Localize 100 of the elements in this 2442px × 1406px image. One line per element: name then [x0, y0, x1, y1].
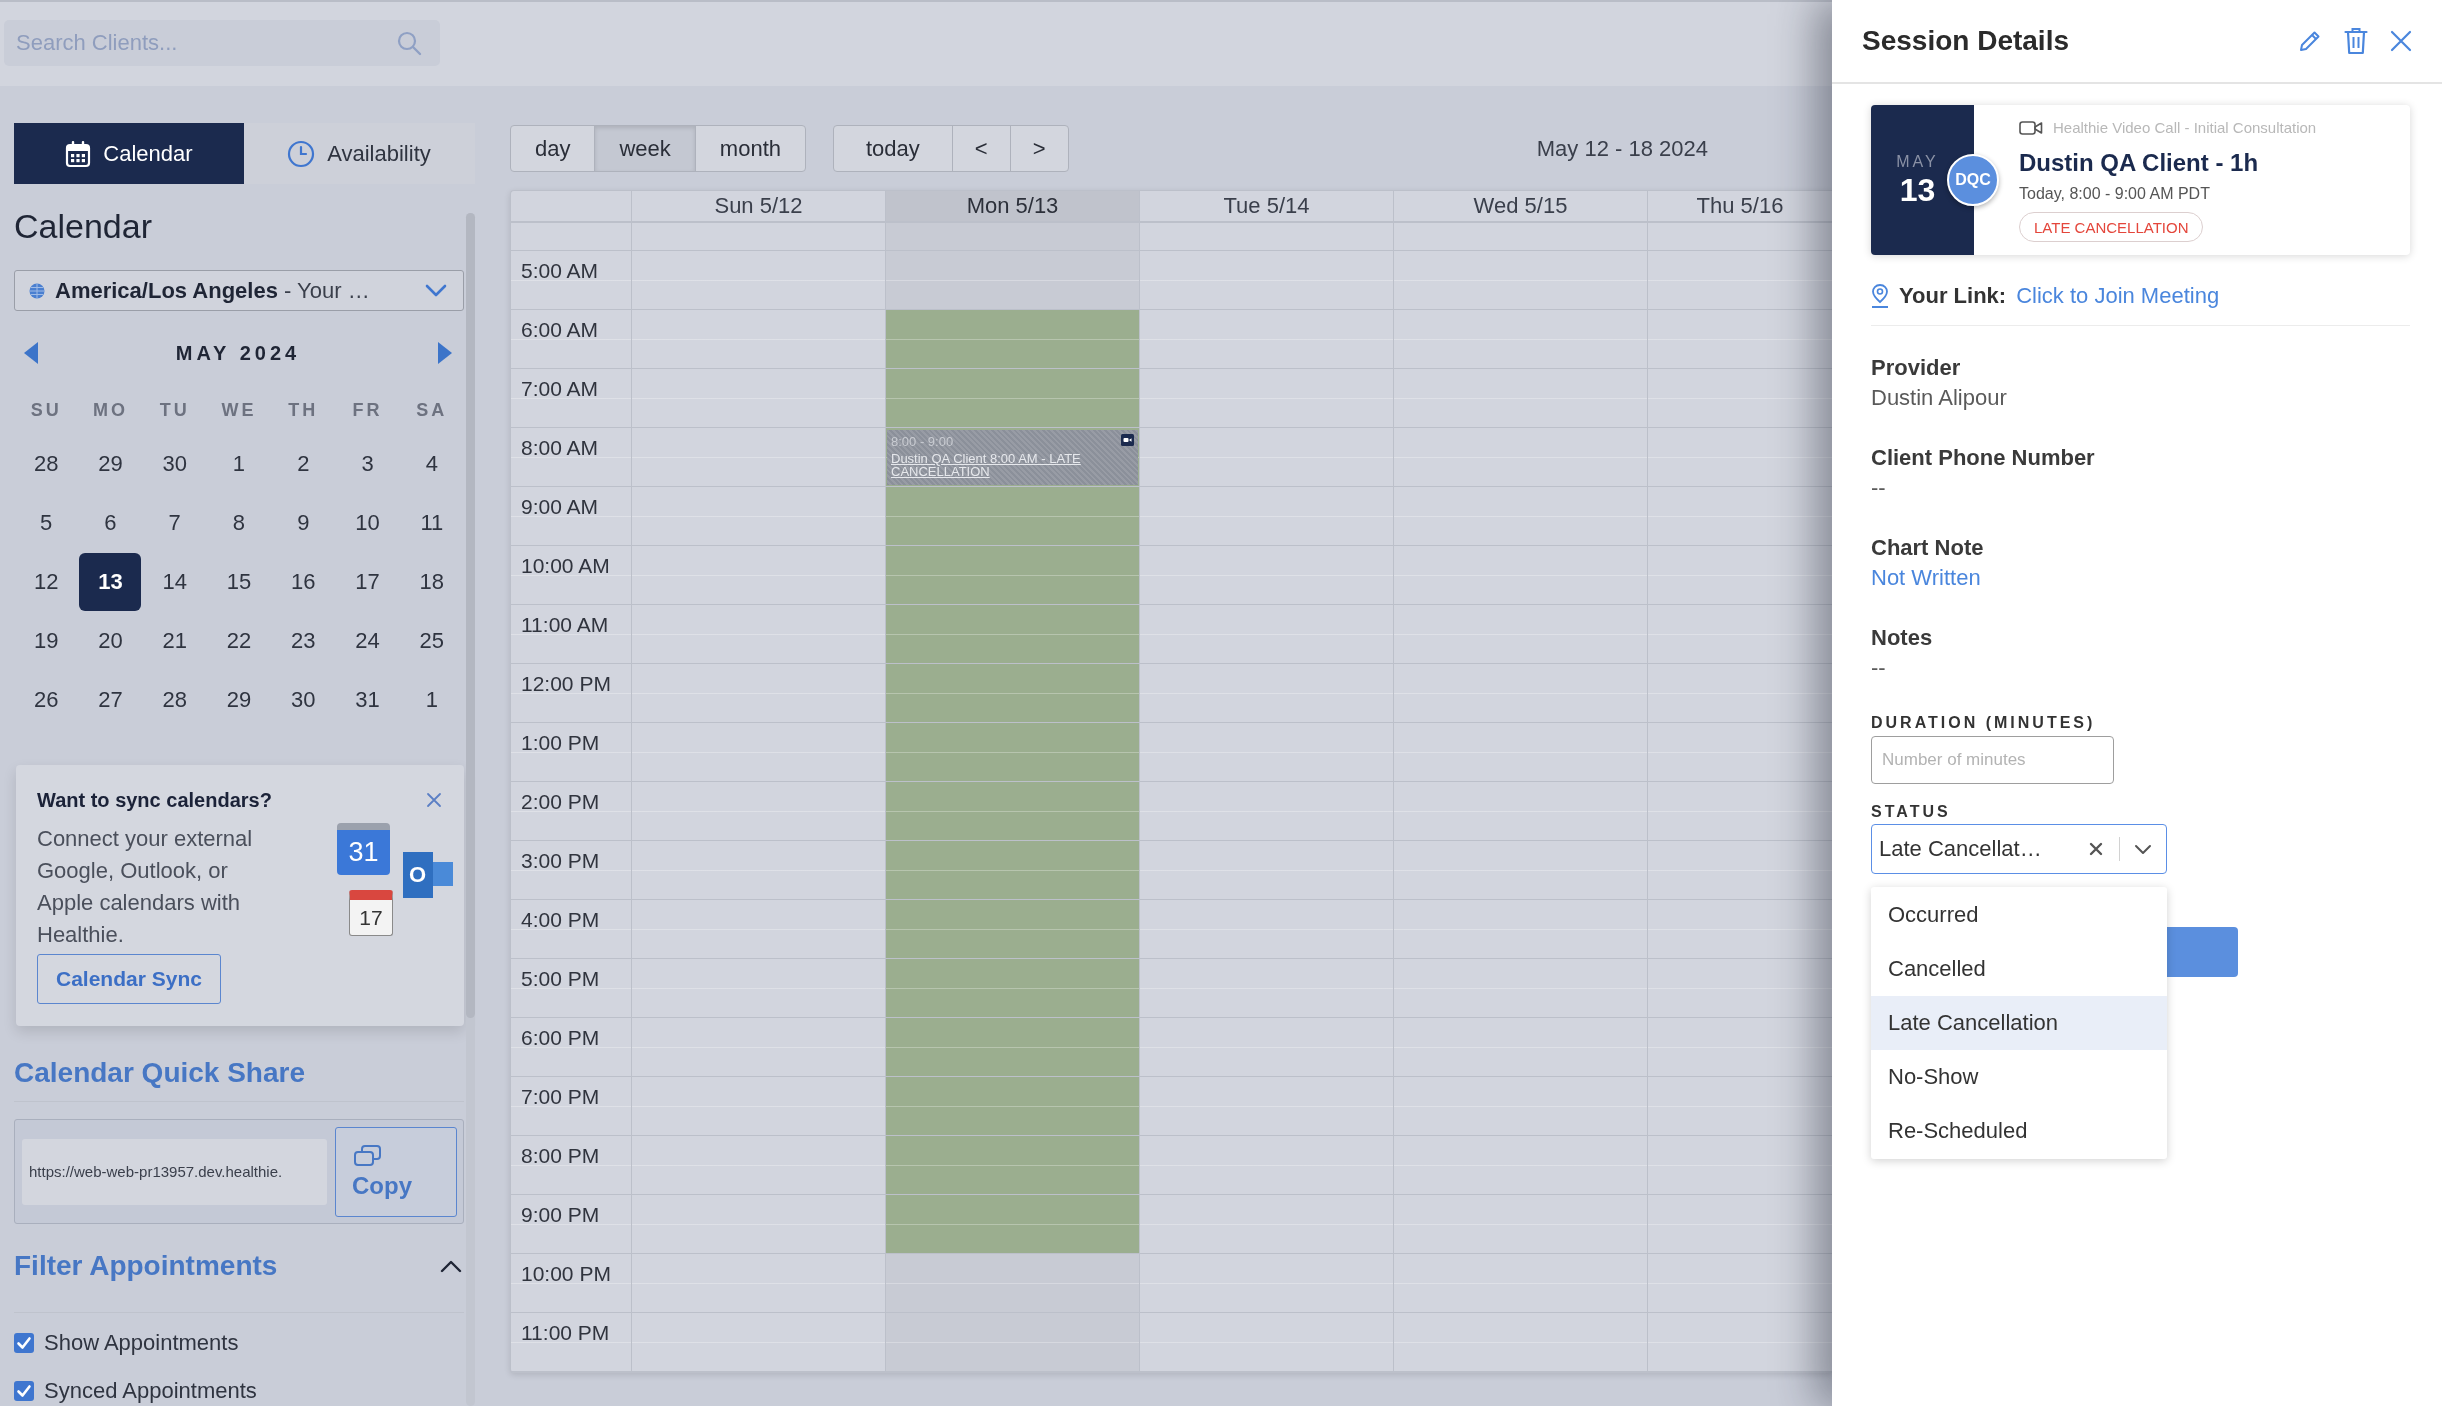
caret-left-icon[interactable]: [24, 342, 38, 364]
time-label: 5:00 AM: [521, 259, 599, 282]
view-button[interactable]: month: [694, 126, 805, 171]
time-slot[interactable]: [886, 900, 1139, 959]
field-label: Chart Note: [1871, 534, 1985, 562]
time-slot[interactable]: [886, 1018, 1139, 1077]
time-slot[interactable]: [886, 723, 1139, 782]
calendar-day[interactable]: 26: [15, 670, 78, 729]
calendar-day[interactable]: 12: [15, 552, 78, 611]
calendar-day[interactable]: 18: [400, 552, 463, 611]
action-button[interactable]: [2167, 927, 2238, 977]
calendar-day[interactable]: 10: [336, 493, 399, 552]
calendar-day[interactable]: 29: [208, 670, 270, 729]
calendar-day[interactable]: 28: [15, 434, 78, 493]
timezone-select[interactable]: America/Los Angeles - Your …: [14, 270, 464, 311]
appointment-title: Dustin QA Client - 1h: [2019, 148, 2259, 178]
calendar-day[interactable]: 8: [208, 493, 270, 552]
clock-icon: [287, 139, 316, 168]
field-label: Provider: [1871, 354, 1962, 382]
time-slot[interactable]: [886, 664, 1139, 723]
calendar-day[interactable]: 29: [79, 434, 142, 493]
calendar-day[interactable]: 30: [272, 670, 335, 729]
pencil-icon[interactable]: [2298, 29, 2322, 53]
time-slot[interactable]: [886, 1195, 1139, 1254]
calendar-day[interactable]: 19: [15, 611, 78, 670]
calendar-day[interactable]: 24: [336, 611, 399, 670]
calendar-day[interactable]: 27: [79, 670, 142, 729]
calendar-day[interactable]: 7: [143, 493, 206, 552]
dropdown-option[interactable]: Occurred: [1871, 888, 2167, 942]
avatar: DQC: [1947, 154, 1999, 206]
time-slot[interactable]: [886, 546, 1139, 605]
calendar-day[interactable]: 25: [400, 611, 463, 670]
time-label: 5:00 PM: [521, 967, 600, 990]
calendar-day[interactable]: 16: [272, 552, 335, 611]
trash-icon[interactable]: [2344, 27, 2368, 55]
calendar-day[interactable]: 3: [336, 434, 399, 493]
next-button[interactable]: >: [1009, 126, 1068, 171]
duration-input[interactable]: Number of minutes: [1871, 736, 2114, 784]
dropdown-option[interactable]: Late Cancellation: [1871, 996, 2167, 1050]
calendar-day[interactable]: 2: [272, 434, 335, 493]
calendar-day[interactable]: 11: [400, 493, 463, 552]
calendar-day[interactable]: 17: [336, 552, 399, 611]
field-link[interactable]: Not Written: [1871, 562, 2410, 594]
time-label: 7:00 PM: [521, 1085, 600, 1108]
checkbox[interactable]: [14, 1381, 34, 1401]
time-slot[interactable]: [886, 782, 1139, 841]
calendar-day[interactable]: 1: [400, 670, 463, 729]
search-icon[interactable]: [396, 30, 422, 56]
time-slot[interactable]: [886, 841, 1139, 900]
search-field[interactable]: Search Clients...: [4, 20, 440, 66]
date-range: May 12 - 18 2024: [1536, 135, 1708, 162]
today-button[interactable]: today: [834, 126, 952, 171]
status-select[interactable]: Late Cancellat…: [1871, 824, 2167, 874]
tab[interactable]: Availability: [244, 123, 474, 184]
dropdown-option[interactable]: No-Show: [1871, 1050, 2167, 1104]
time-slot[interactable]: [886, 959, 1139, 1018]
calendar-day[interactable]: 20: [79, 611, 142, 670]
time-label: 10:00 PM: [521, 1262, 611, 1285]
calendar-day[interactable]: 14: [143, 552, 206, 611]
close-icon[interactable]: [2390, 30, 2412, 52]
calendar-day[interactable]: 4: [400, 434, 463, 493]
calendar-day[interactable]: 15: [208, 552, 270, 611]
checkbox-label[interactable]: Synced Appointments: [44, 1378, 257, 1404]
time-slot[interactable]: [886, 310, 1139, 369]
calendar-day[interactable]: 6: [79, 493, 142, 552]
calendar-day[interactable]: 13: [79, 552, 142, 611]
link-label: Your Link:: [1899, 283, 2007, 309]
time-slot[interactable]: [886, 487, 1139, 546]
calendar-day[interactable]: 21: [143, 611, 206, 670]
chevron-down-icon[interactable]: [2134, 843, 2152, 855]
close-icon[interactable]: [426, 792, 442, 808]
checkbox-label[interactable]: Show Appointments: [44, 1330, 239, 1356]
time-label: 10:00 AM: [521, 554, 610, 577]
dropdown-option[interactable]: Re-Scheduled: [1871, 1104, 2167, 1158]
calendar-day[interactable]: 22: [208, 611, 270, 670]
calendar-day[interactable]: 28: [143, 670, 206, 729]
calendar-day[interactable]: 31: [336, 670, 399, 729]
tab[interactable]: Calendar: [14, 123, 244, 184]
view-button[interactable]: week: [594, 126, 695, 171]
view-button[interactable]: day: [511, 126, 595, 171]
url-field[interactable]: https://web-web-pr13957.dev.healthie.: [22, 1138, 327, 1205]
calendar-day[interactable]: 23: [272, 611, 335, 670]
checkbox[interactable]: [14, 1333, 34, 1353]
previous-button[interactable]: <: [951, 126, 1010, 171]
calendar-day[interactable]: 5: [15, 493, 78, 552]
calendar-day[interactable]: 1: [208, 434, 270, 493]
time-slot[interactable]: [886, 369, 1139, 428]
time-label: 4:00 PM: [521, 908, 600, 931]
time-slot[interactable]: [886, 1136, 1139, 1195]
calendar-day[interactable]: 9: [272, 493, 335, 552]
time-slot[interactable]: [886, 1077, 1139, 1136]
time-label: 6:00 PM: [521, 1026, 600, 1049]
clear-icon[interactable]: [2089, 842, 2103, 856]
dropdown-option[interactable]: Cancelled: [1871, 942, 2167, 996]
time-label: 7:00 AM: [521, 377, 599, 400]
time-slot[interactable]: [886, 605, 1139, 664]
meeting-link[interactable]: Click to Join Meeting: [2016, 283, 2220, 309]
caret-right-icon[interactable]: [438, 342, 452, 364]
caret-up-icon[interactable]: [440, 1259, 462, 1273]
calendar-day[interactable]: 30: [143, 434, 206, 493]
